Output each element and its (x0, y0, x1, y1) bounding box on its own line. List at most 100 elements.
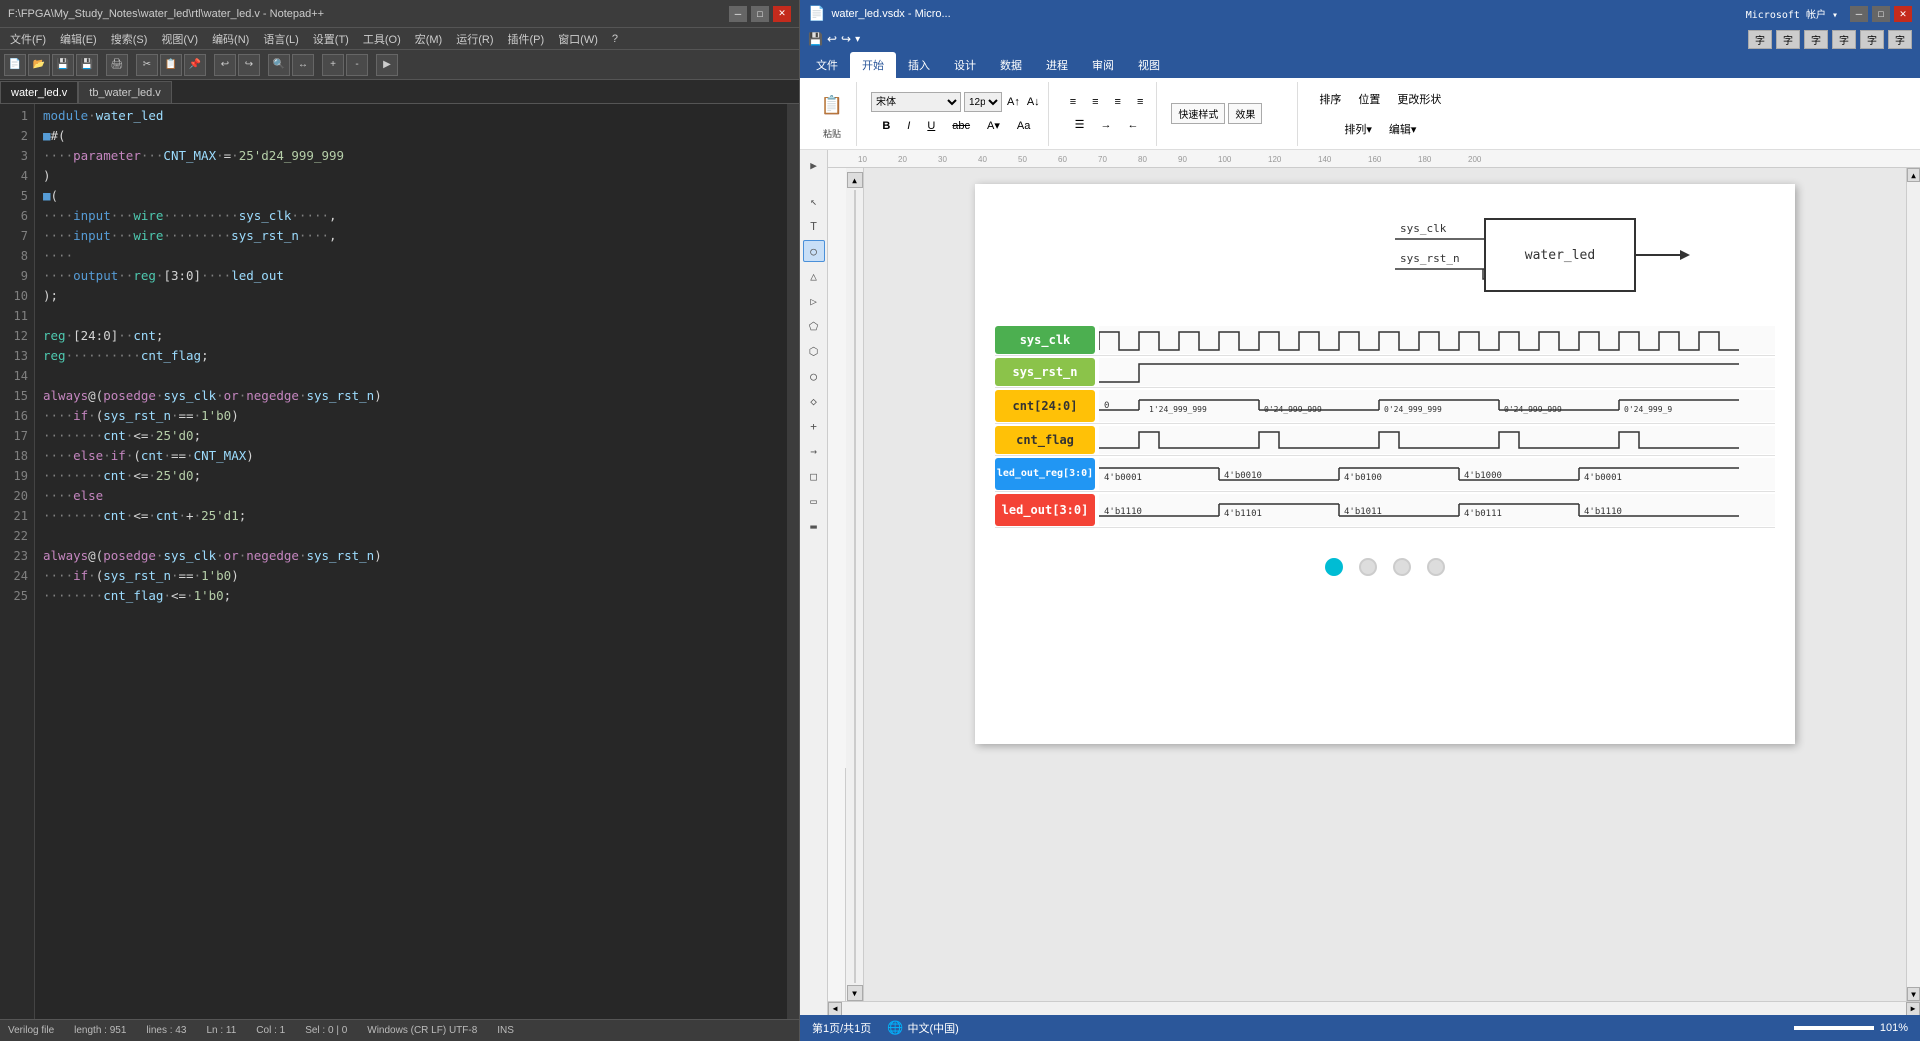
word-min-btn[interactable]: ─ (1850, 6, 1868, 22)
scrollbar-down-btn[interactable]: ▼ (1907, 987, 1920, 1001)
font-color-btn[interactable]: A▾ (980, 116, 1007, 135)
copy-btn[interactable]: 📋 (160, 54, 182, 76)
undo-btn[interactable]: ↩ (214, 54, 236, 76)
sidebar-tool-arrow-right[interactable]: → (803, 440, 825, 462)
page-dot-2[interactable] (1359, 558, 1377, 576)
font-btn-4[interactable]: 字 (1832, 30, 1856, 49)
bottom-scrollbar[interactable]: ◀ ▶ (828, 1001, 1920, 1015)
find-btn[interactable]: 🔍 (268, 54, 290, 76)
sidebar-tool-rect[interactable]: □ (803, 465, 825, 487)
font-decrease-btn[interactable]: A↓ (1025, 94, 1042, 110)
qa-more[interactable]: ▾ (855, 34, 860, 45)
tab-tb-water-led[interactable]: tb_water_led.v (78, 81, 172, 103)
right-scrollbar[interactable]: ▲ ▼ (1906, 168, 1920, 1001)
vertical-scrollbar[interactable] (787, 104, 799, 1019)
position-btn[interactable]: 位置 (1351, 88, 1387, 110)
highlight-btn[interactable]: Aa (1010, 117, 1037, 135)
font-btn-1[interactable]: 字 (1748, 30, 1772, 49)
list-btn[interactable]: ☰ (1068, 115, 1092, 134)
strikethrough-btn[interactable]: abc (945, 117, 977, 135)
font-btn-3[interactable]: 字 (1804, 30, 1828, 49)
quick-style-2[interactable]: 效果 (1228, 103, 1262, 124)
new-btn[interactable]: 📄 (4, 54, 26, 76)
paste-btn[interactable]: 📌 (184, 54, 206, 76)
scrollbar-up-btn[interactable]: ▲ (1907, 168, 1920, 182)
ribbon-tab-insert[interactable]: 插入 (896, 52, 942, 78)
sidebar-tool-plus[interactable]: + (803, 415, 825, 437)
menu-help[interactable]: ? (606, 31, 624, 47)
outdent-btn[interactable]: ← (1120, 115, 1145, 134)
sidebar-tool-rect2[interactable]: ▭ (803, 490, 825, 512)
font-selector[interactable]: 宋体 (871, 92, 961, 112)
word-max-btn[interactable]: □ (1872, 6, 1890, 22)
align-left-btn[interactable]: ≡ (1063, 93, 1083, 111)
sidebar-tool-circle[interactable]: ◯ (803, 365, 825, 387)
qa-save[interactable]: 💾 (808, 32, 823, 46)
run-btn[interactable]: ▶ (376, 54, 398, 76)
bold-btn[interactable]: B (875, 117, 897, 135)
qa-undo[interactable]: ↩ (827, 32, 837, 46)
ribbon-tab-data[interactable]: 数据 (988, 52, 1034, 78)
menu-file[interactable]: 文件(F) (4, 29, 52, 49)
ribbon-tab-review[interactable]: 审阅 (1080, 52, 1126, 78)
menu-language[interactable]: 语言(L) (257, 29, 304, 49)
page-dot-4[interactable] (1427, 558, 1445, 576)
menu-edit[interactable]: 编辑(E) (54, 29, 103, 49)
maximize-button[interactable]: □ (751, 6, 769, 22)
zoom-slider[interactable] (1794, 1026, 1874, 1030)
word-close-btn[interactable]: ✕ (1894, 6, 1912, 22)
menu-settings[interactable]: 设置(T) (307, 29, 355, 49)
menu-run[interactable]: 运行(R) (450, 29, 499, 49)
align-center-btn[interactable]: ≡ (1085, 93, 1105, 111)
shape-btn[interactable]: 更改形状 (1390, 88, 1448, 110)
font-btn-5[interactable]: 字 (1860, 30, 1884, 49)
paste-large-btn[interactable]: 📋 (814, 87, 850, 123)
page-dot-1[interactable] (1325, 558, 1343, 576)
font-increase-btn[interactable]: A↑ (1005, 94, 1022, 110)
ribbon-tab-view[interactable]: 视图 (1126, 52, 1172, 78)
sidebar-tool-hexagon[interactable]: ⬡ (803, 340, 825, 362)
scroll-left-btn[interactable]: ◀ (828, 1002, 842, 1016)
close-button[interactable]: ✕ (773, 6, 791, 22)
page-dot-3[interactable] (1393, 558, 1411, 576)
menu-encoding[interactable]: 编码(N) (206, 29, 255, 49)
save-all-btn[interactable]: 💾 (76, 54, 98, 76)
quick-style-1[interactable]: 快速样式 (1171, 103, 1225, 124)
scroll-up-area[interactable]: ▲ (847, 172, 863, 188)
sidebar-tool-triangle-up[interactable]: △ (803, 265, 825, 287)
replace-btn[interactable]: ↔ (292, 54, 314, 76)
sidebar-tool-diamond[interactable]: ◇ (803, 390, 825, 412)
italic-btn[interactable]: I (900, 117, 917, 135)
font-size-selector[interactable]: 12pt (964, 92, 1002, 112)
sidebar-tool-select[interactable]: ↖ (803, 190, 825, 212)
sidebar-expand-btn[interactable]: ▶ (803, 154, 825, 176)
ribbon-tab-home[interactable]: 开始 (850, 52, 896, 78)
scroll-down-area[interactable]: ▼ (847, 985, 863, 1001)
menu-window[interactable]: 窗口(W) (552, 29, 604, 49)
sort-btn[interactable]: 排序 (1312, 88, 1348, 110)
print-btn[interactable]: 🖨 (106, 54, 128, 76)
zoom-out-btn[interactable]: - (346, 54, 368, 76)
sidebar-tool-triangle-right[interactable]: ▷ (803, 290, 825, 312)
open-btn[interactable]: 📂 (28, 54, 50, 76)
justify-btn[interactable]: ≡ (1130, 93, 1150, 111)
sidebar-tool-pentagon[interactable]: ⬠ (803, 315, 825, 337)
menu-view[interactable]: 视图(V) (155, 29, 204, 49)
sidebar-tool-shape[interactable]: ○ (803, 240, 825, 262)
menu-plugins[interactable]: 插件(P) (502, 29, 551, 49)
minimize-button[interactable]: ─ (729, 6, 747, 22)
underline-btn[interactable]: U (920, 117, 942, 135)
menu-macro[interactable]: 宏(M) (409, 29, 449, 49)
menu-search[interactable]: 搜索(S) (105, 29, 154, 49)
indent-btn[interactable]: → (1093, 115, 1118, 134)
arrange-btn[interactable]: 排列▾ (1337, 118, 1379, 140)
save-btn[interactable]: 💾 (52, 54, 74, 76)
sidebar-tool-rect3[interactable]: ▬ (803, 515, 825, 537)
menu-tools[interactable]: 工具(O) (357, 29, 407, 49)
tab-water-led[interactable]: water_led.v (0, 81, 78, 103)
cut-btn[interactable]: ✂ (136, 54, 158, 76)
ribbon-tab-file[interactable]: 文件 (804, 52, 850, 78)
ribbon-tab-process[interactable]: 进程 (1034, 52, 1080, 78)
ribbon-tab-design[interactable]: 设计 (942, 52, 988, 78)
scroll-right-btn[interactable]: ▶ (1906, 1002, 1920, 1016)
